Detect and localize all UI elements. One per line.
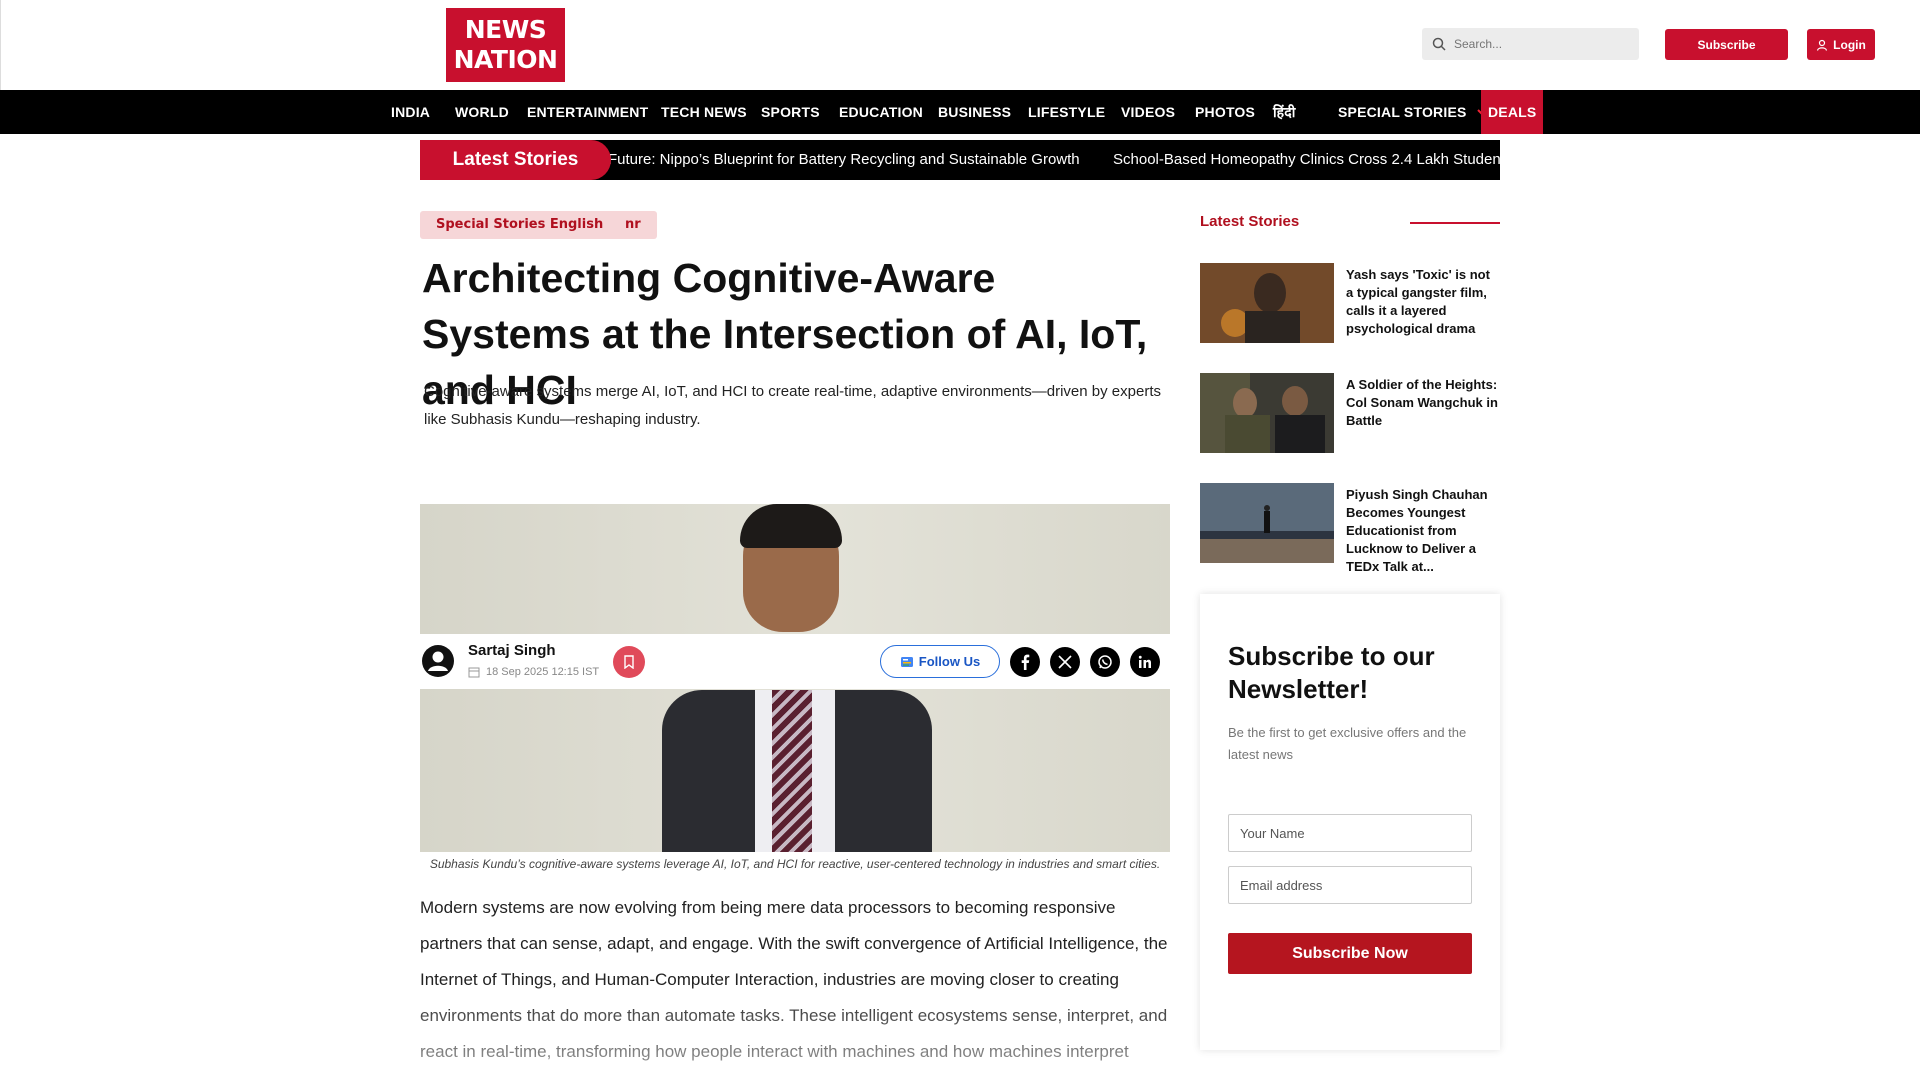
newsletter-name-field[interactable]	[1228, 814, 1472, 852]
x-icon	[1058, 655, 1072, 669]
subscribe-now-button[interactable]: Subscribe Now	[1228, 933, 1472, 974]
story-thumbnail[interactable]	[1200, 483, 1334, 563]
nav-item-business[interactable]: BUSINESS	[938, 90, 1011, 134]
latest-stories-ticker: Latest Stories Future: Nippo’s Blueprint…	[420, 140, 1500, 180]
newsletter-box: Subscribe to our Newsletter! Be the firs…	[1200, 594, 1500, 1050]
ticker-label: Latest Stories	[420, 140, 611, 180]
linkedin-icon	[1138, 655, 1151, 668]
story-thumbnail[interactable]	[1200, 263, 1334, 343]
image-figure-tie	[772, 690, 812, 852]
login-button[interactable]: Login	[1807, 29, 1875, 60]
tag-nr[interactable]: nr	[609, 211, 657, 239]
user-icon	[1817, 39, 1828, 51]
publish-date-text: 18 Sep 2025 12:15 IST	[486, 666, 600, 678]
site-header: NEWS NATION Subscribe Login	[0, 0, 1920, 90]
nav-item-hindi[interactable]: हिंदी	[1273, 90, 1296, 134]
nav-item-world[interactable]: WORLD	[455, 90, 509, 134]
publish-date: 18 Sep 2025 12:15 IST	[468, 666, 599, 678]
author-name[interactable]: Sartaj Singh	[468, 642, 556, 659]
nav-item-education[interactable]: EDUCATION	[839, 90, 923, 134]
search-box[interactable]	[1422, 28, 1639, 60]
follow-us-button[interactable]: Follow Us	[880, 645, 1000, 678]
nav-item-photos[interactable]: PHOTOS	[1195, 90, 1255, 134]
whatsapp-share-button[interactable]	[1090, 647, 1120, 677]
sidebar-story[interactable]: Piyush Singh Chauhan Becomes Youngest Ed…	[1200, 483, 1500, 574]
nav-item-lifestyle[interactable]: LIFESTYLE	[1028, 90, 1105, 134]
subscribe-button-label: Subscribe	[1697, 37, 1756, 52]
logo-line-2: NATION	[453, 45, 558, 74]
x-share-button[interactable]	[1050, 647, 1080, 677]
nav-item-videos[interactable]: VIDEOS	[1121, 90, 1175, 134]
logo-line-1: NEWS	[464, 15, 547, 44]
sidebar-heading-underline	[1410, 222, 1500, 224]
main-nav: INDIA WORLD ENTERTAINMENT TECH NEWS SPOR…	[0, 90, 1920, 134]
facebook-share-button[interactable]	[1010, 647, 1040, 677]
story-title[interactable]: A Soldier of the Heights: Col Sonam Wang…	[1346, 376, 1500, 430]
login-button-label: Login	[1833, 37, 1866, 52]
linkedin-share-button[interactable]	[1130, 647, 1160, 677]
sidebar-story[interactable]: Yash says 'Toxic' is not a typical gangs…	[1200, 263, 1500, 343]
whatsapp-icon	[1098, 655, 1112, 669]
newsletter-subtitle: Be the first to get exclusive offers and…	[1228, 725, 1467, 762]
ticker-item[interactable]: Future: Nippo’s Blueprint for Battery Re…	[608, 140, 1080, 180]
story-title[interactable]: Yash says 'Toxic' is not a typical gangs…	[1346, 266, 1500, 338]
nav-item-entertainment[interactable]: ENTERTAINMENT	[527, 90, 648, 134]
newsletter-title: Subscribe to our Newsletter!	[1228, 641, 1435, 704]
search-input[interactable]	[1454, 37, 1624, 51]
nav-item-tech-news[interactable]: TECH NEWS	[661, 90, 747, 134]
body-fade-overlay	[420, 985, 1172, 1080]
bookmark-button[interactable]	[613, 646, 645, 678]
calendar-icon	[468, 667, 480, 678]
image-caption: Subhasis Kundu’s cognitive-aware systems…	[429, 857, 1161, 871]
follow-us-label: Follow Us	[918, 654, 981, 669]
special-stories-label: SPECIAL STORIES	[1338, 104, 1467, 120]
subscribe-button[interactable]: Subscribe	[1665, 29, 1788, 60]
image-figure-hair	[740, 504, 842, 548]
facebook-icon	[1021, 654, 1030, 670]
google-news-icon	[900, 656, 913, 667]
nav-item-india[interactable]: INDIA	[391, 90, 430, 134]
bookmark-icon	[624, 655, 634, 669]
news-nation-logo[interactable]: NEWS NATION	[446, 8, 565, 82]
tag-special-stories-english[interactable]: Special Stories English	[420, 211, 620, 239]
nav-item-special-stories[interactable]: SPECIAL STORIES	[1338, 90, 1489, 134]
search-icon	[1432, 37, 1446, 51]
article-subtitle: Cognitive-aware systems merge AI, IoT, a…	[424, 383, 1161, 428]
ticker-item[interactable]: School-Based Homeopathy Clinics Cross 2.…	[1113, 140, 1500, 180]
sidebar-story[interactable]: A Soldier of the Heights: Col Sonam Wang…	[1200, 373, 1500, 453]
nav-item-deals[interactable]: DEALS	[1481, 90, 1544, 134]
author-avatar-icon	[422, 645, 454, 677]
nav-item-sports[interactable]: SPORTS	[761, 90, 820, 134]
newsletter-email-field[interactable]	[1228, 866, 1472, 904]
story-thumbnail[interactable]	[1200, 373, 1334, 453]
story-title[interactable]: Piyush Singh Chauhan Becomes Youngest Ed…	[1346, 486, 1500, 576]
sidebar-heading: Latest Stories	[1200, 213, 1300, 230]
article-byline: Sartaj Singh 18 Sep 2025 12:15 IST Follo…	[420, 634, 1170, 689]
